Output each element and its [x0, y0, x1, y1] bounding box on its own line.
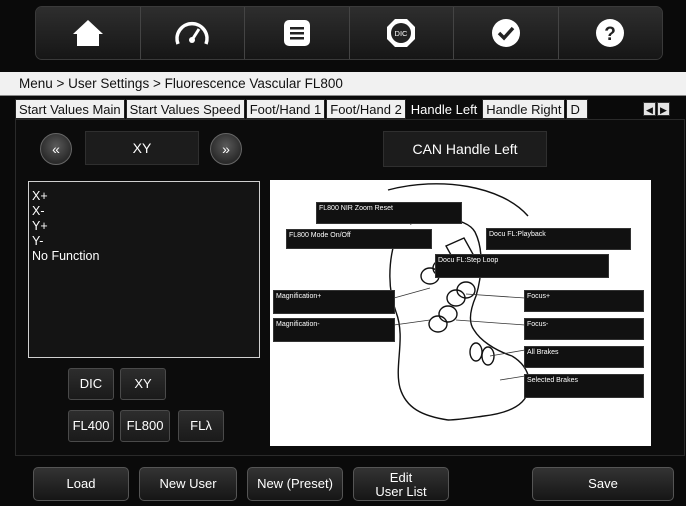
- list-item[interactable]: No Function: [32, 249, 256, 264]
- home-button[interactable]: [36, 7, 141, 59]
- new-user-button[interactable]: New User: [139, 467, 237, 501]
- function-list[interactable]: X+ X- Y+ Y- No Function: [28, 181, 260, 358]
- label-magnification-plus: Magnification+: [273, 290, 395, 314]
- edit-user-list-line1: Edit: [389, 470, 413, 485]
- list-item[interactable]: Y+: [32, 219, 256, 234]
- dic-button[interactable]: DIC: [349, 7, 454, 59]
- tab-foot-hand-2[interactable]: Foot/Hand 2: [326, 99, 406, 119]
- tab-handle-right[interactable]: Handle Right: [482, 99, 566, 119]
- main-toolbar: DIC ?: [35, 6, 663, 60]
- label-all-brakes: All Brakes: [524, 346, 644, 368]
- breadcrumb: Menu > User Settings > Fluorescence Vasc…: [0, 72, 686, 96]
- tab-handle-left[interactable]: Handle Left: [406, 99, 482, 119]
- menu-list-icon: [283, 20, 310, 46]
- home-icon: [72, 20, 103, 46]
- tab-start-values-speed[interactable]: Start Values Speed: [125, 99, 245, 119]
- list-item[interactable]: Y-: [32, 234, 256, 249]
- load-button[interactable]: Load: [33, 467, 129, 501]
- list-item[interactable]: X+: [32, 189, 256, 204]
- save-button[interactable]: Save: [532, 467, 674, 501]
- speedometer-button[interactable]: [140, 7, 245, 59]
- label-focus-minus: Focus-: [524, 318, 644, 340]
- function-set-display: XY: [85, 131, 199, 165]
- checkmark-icon: [491, 19, 520, 47]
- label-magnification-minus: Magnification-: [273, 318, 395, 342]
- tab-scroll-right-icon[interactable]: ▶: [657, 102, 670, 116]
- label-docu-step-loop: Docu FL:Step Loop: [435, 254, 609, 278]
- label-mode-onoff: FL800 Mode On/Off: [286, 229, 432, 249]
- list-item[interactable]: X-: [32, 204, 256, 219]
- tab-foot-hand-1[interactable]: Foot/Hand 1: [245, 99, 326, 119]
- label-selected-brakes: Selected Brakes: [524, 374, 644, 398]
- menu-button[interactable]: [245, 7, 350, 59]
- dic-icon: DIC: [387, 19, 416, 47]
- help-icon: ?: [596, 19, 625, 47]
- speedometer-icon: [175, 21, 209, 45]
- label-zoom-reset: FL800 NIR Zoom Reset: [316, 202, 462, 224]
- help-icon-label: ?: [604, 24, 616, 45]
- fl800-mode-button[interactable]: FL800: [120, 410, 170, 442]
- edit-user-list-button[interactable]: Edit User List: [353, 467, 449, 501]
- tab-start-values-main[interactable]: Start Values Main: [15, 99, 125, 119]
- edit-user-list-line2: User List: [375, 484, 427, 499]
- confirm-button[interactable]: [454, 7, 559, 59]
- handle-title: CAN Handle Left: [383, 131, 547, 167]
- dic-mode-button[interactable]: DIC: [68, 368, 114, 400]
- settings-tabs: Start Values Main Start Values Speed Foo…: [15, 99, 685, 119]
- tab-scroll-left-icon[interactable]: ◀: [643, 102, 656, 116]
- label-focus-plus: Focus+: [524, 290, 644, 312]
- new-preset-button[interactable]: New (Preset): [247, 467, 343, 501]
- prev-option-button[interactable]: «: [40, 133, 72, 165]
- dic-icon-label: DIC: [395, 29, 409, 38]
- label-docu-playback: Docu FL:Playback: [486, 228, 631, 250]
- fl-lambda-mode-button[interactable]: FLλ: [178, 410, 224, 442]
- handle-diagram: FL800 NIR Zoom Reset FL800 Mode On/Off D…: [270, 180, 651, 446]
- xy-mode-button[interactable]: XY: [120, 368, 166, 400]
- next-option-button[interactable]: »: [210, 133, 242, 165]
- tab-d-truncated[interactable]: D: [566, 99, 589, 119]
- help-button[interactable]: ?: [558, 7, 662, 59]
- fl400-mode-button[interactable]: FL400: [68, 410, 114, 442]
